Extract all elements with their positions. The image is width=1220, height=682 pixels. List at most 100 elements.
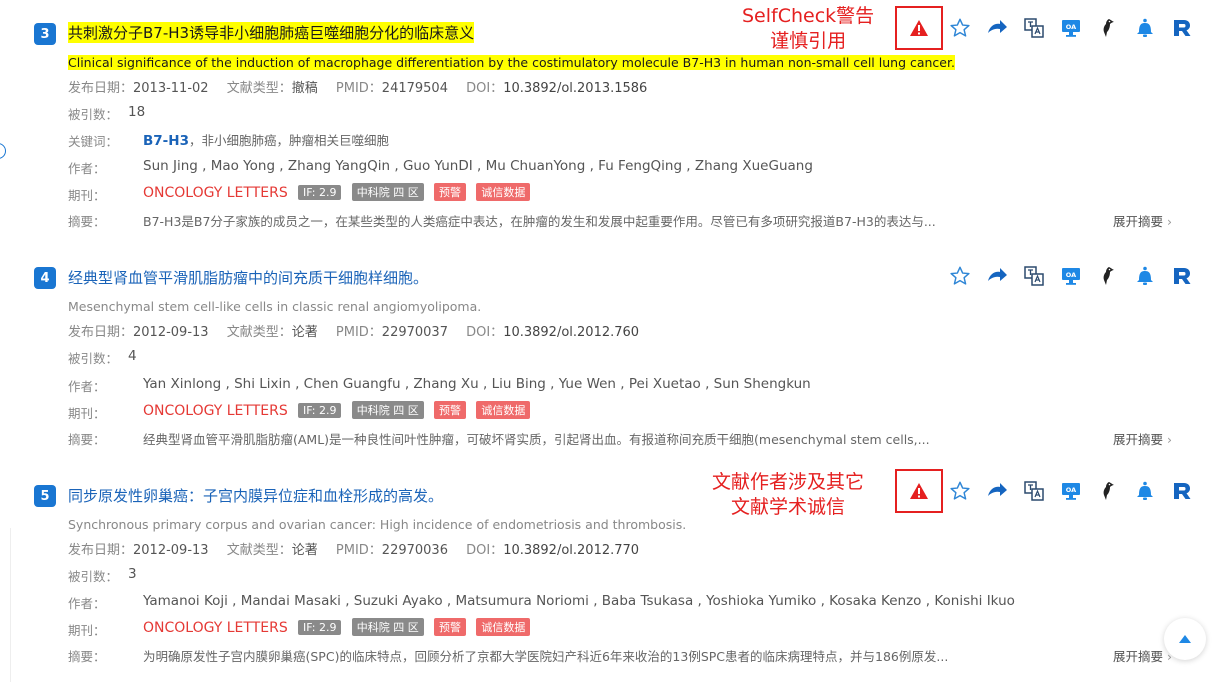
result-number: 5 (34, 485, 56, 507)
cas-zone-badge: 中科院 四 区 (351, 401, 424, 419)
favorite-button[interactable] (948, 264, 972, 288)
expand-abstract-button[interactable]: 展开摘要 › (1113, 646, 1172, 665)
journal-name[interactable]: ONCOLOGY LETTERS (143, 403, 288, 419)
bird-button[interactable] (1096, 264, 1120, 288)
doc-type: 论著 (291, 325, 318, 340)
journal-row: ONCOLOGY LETTERS IF: 2.9 中科院 四 区 预警 诚信数据 (143, 401, 531, 419)
cited-count[interactable]: 3 (128, 566, 137, 582)
translate-button[interactable] (1022, 479, 1046, 503)
journal-name[interactable]: ONCOLOGY LETTERS (143, 620, 288, 636)
warning-badge[interactable]: 预警 (434, 183, 467, 201)
result-title[interactable]: 经典型肾血管平滑肌脂肪瘤中的间充质干细胞样细胞。 (68, 267, 428, 288)
doi-value[interactable]: 10.3892/ol.2012.760 (503, 325, 639, 340)
bell-icon (1137, 266, 1153, 285)
authors-label: 作者： (68, 379, 106, 394)
scroll-to-top-button[interactable] (1164, 618, 1206, 660)
translate-button[interactable] (1022, 264, 1046, 288)
keyword-link[interactable]: B7-H3 (143, 133, 189, 149)
share-button[interactable] (985, 479, 1009, 503)
integrity-badge[interactable]: 诚信数据 (476, 401, 531, 419)
authors[interactable]: Sun Jing , Mao Yong , Zhang YangQin , Gu… (143, 158, 813, 174)
pmid-value[interactable]: 24179504 (382, 81, 448, 96)
doi-label: DOI： (466, 325, 504, 340)
notify-button[interactable] (1133, 16, 1157, 40)
star-icon (950, 18, 970, 37)
cas-zone-badge: 中科院 四 区 (351, 183, 424, 201)
r-button[interactable] (1170, 479, 1194, 503)
svg-text:OA: OA (1066, 23, 1076, 31)
open-access-button[interactable]: OA (1059, 16, 1083, 40)
r-button[interactable] (1170, 16, 1194, 40)
open-access-button[interactable]: OA (1059, 479, 1083, 503)
keywords: B7-H3，非小细胞肺癌，肿瘤相关巨噬细胞 (143, 130, 389, 149)
action-icons: OA (948, 264, 1207, 288)
integrity-annotation: 文献作者涉及其它 文献学术诚信 (712, 470, 864, 520)
favorite-button[interactable] (948, 479, 972, 503)
bird-icon (1103, 267, 1114, 285)
bird-button[interactable] (1096, 479, 1120, 503)
svg-text:OA: OA (1066, 486, 1076, 494)
open-access-button[interactable]: OA (1059, 264, 1083, 288)
annotation-line: SelfCheck警告 (742, 5, 875, 27)
bird-icon (1103, 19, 1114, 37)
share-button[interactable] (985, 264, 1009, 288)
bird-icon (1103, 482, 1114, 500)
authors[interactable]: Yan Xinlong , Shi Lixin , Chen Guangfu ,… (143, 376, 811, 392)
notify-button[interactable] (1133, 264, 1157, 288)
cited-label: 被引数： (68, 351, 119, 366)
doi-label: DOI： (466, 543, 504, 558)
result-english-title: Synchronous primary corpus and ovarian c… (68, 517, 687, 532)
warning-button[interactable] (895, 469, 943, 513)
date-label: 发布日期： (68, 543, 134, 558)
result-title[interactable]: 共刺激分子B7-H3诱导非小细胞肺癌巨噬细胞分化的临床意义 (68, 22, 475, 43)
star-icon (950, 481, 970, 500)
r-button[interactable] (1170, 264, 1194, 288)
authors-label: 作者： (68, 596, 106, 611)
cited-count[interactable]: 4 (128, 348, 137, 364)
doc-type: 撤稿 (291, 81, 318, 96)
integrity-badge[interactable]: 诚信数据 (476, 618, 531, 636)
date-label: 发布日期： (68, 325, 134, 340)
warning-badge[interactable]: 预警 (434, 401, 467, 419)
doi-value[interactable]: 10.3892/ol.2012.770 (503, 543, 639, 558)
doi-value[interactable]: 10.3892/ol.2013.1586 (503, 81, 647, 96)
bird-button[interactable] (1096, 16, 1120, 40)
side-indicator-icon (0, 143, 6, 159)
result-title[interactable]: 同步原发性卵巢癌：子宫内膜异位症和血栓形成的高发。 (68, 485, 443, 506)
abstract-label: 摘要： (68, 214, 106, 229)
doc-type: 论著 (291, 543, 318, 558)
impact-factor-badge: IF: 2.9 (298, 185, 342, 200)
warning-icon (910, 483, 928, 499)
notify-button[interactable] (1133, 479, 1157, 503)
cited-count[interactable]: 18 (128, 104, 145, 120)
expand-abstract-button[interactable]: 展开摘要 › (1113, 429, 1172, 448)
doctype-label: 文献类型： (226, 81, 292, 96)
integrity-badge[interactable]: 诚信数据 (476, 183, 531, 201)
open-access-icon: OA (1062, 483, 1080, 500)
cited-label: 被引数： (68, 569, 119, 584)
share-button[interactable] (985, 16, 1009, 40)
pmid-label: PMID： (335, 81, 382, 96)
result-number: 4 (34, 267, 56, 289)
journal-name[interactable]: ONCOLOGY LETTERS (143, 185, 288, 201)
action-icons: OA (948, 16, 1207, 40)
translate-icon (1024, 481, 1044, 501)
authors[interactable]: Yamanoi Koji , Mandai Masaki , Suzuki Ay… (143, 593, 1015, 609)
expand-abstract-button[interactable]: 展开摘要 › (1113, 211, 1172, 230)
abstract-text: 为明确原发性子宫内膜卵巢癌(SPC)的临床特点，回顾分析了京都大学医院妇产科近6… (143, 649, 949, 664)
warning-button[interactable] (895, 6, 943, 50)
abstract-text: B7-H3是B7分子家族的成员之一，在某些类型的人类癌症中表达，在肿瘤的发生和发… (143, 214, 936, 229)
pub-date: 2013-11-02 (133, 81, 209, 96)
share-arrow-icon (988, 268, 1007, 281)
pmid-value[interactable]: 22970036 (382, 543, 448, 558)
chevron-right-icon: › (1167, 432, 1173, 447)
r-logo-icon (1174, 20, 1191, 36)
impact-factor-badge: IF: 2.9 (298, 620, 342, 635)
translate-button[interactable] (1022, 16, 1046, 40)
authors-label: 作者： (68, 161, 106, 176)
warning-badge[interactable]: 预警 (434, 618, 467, 636)
doi-label: DOI： (466, 81, 504, 96)
favorite-button[interactable] (948, 16, 972, 40)
meta-row: 发布日期：2012-09-13 文献类型：论著 PMID：22970037 DO… (68, 321, 639, 340)
pmid-value[interactable]: 22970037 (382, 325, 448, 340)
